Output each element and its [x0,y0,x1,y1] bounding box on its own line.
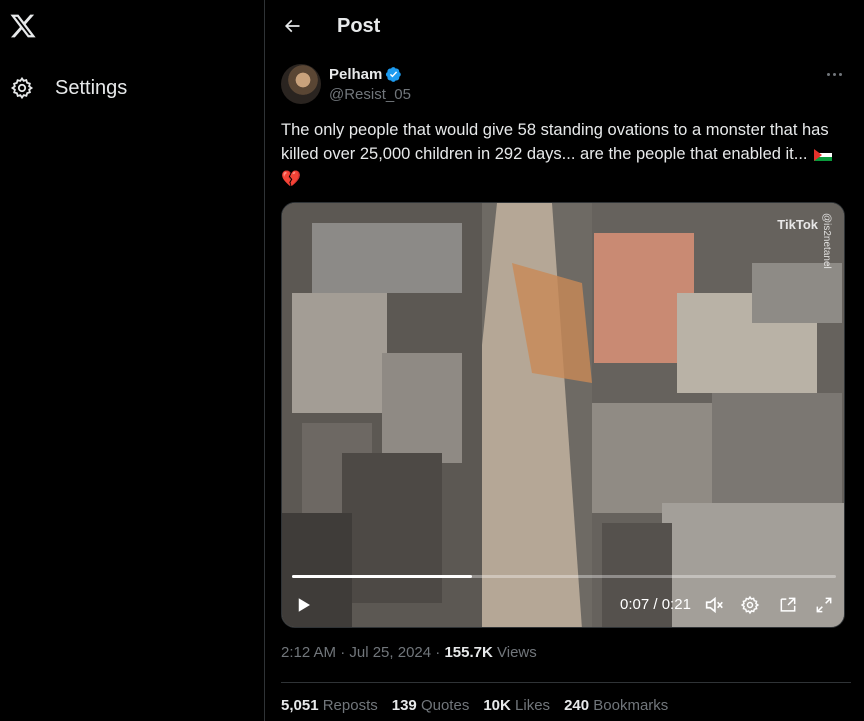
video-time: 0:07 / 0:21 [620,596,691,613]
post-timestamp[interactable]: 2:12 AM · Jul 25, 2024 [281,644,431,661]
divider [281,682,851,683]
x-logo-icon[interactable] [9,12,37,40]
more-icon[interactable] [821,64,847,84]
video-duration: 0:21 [661,596,691,613]
stat-likes[interactable]: 10K Likes [483,697,550,714]
stat-quotes[interactable]: 139 Quotes [392,697,470,714]
stat-bookmarks[interactable]: 240 Bookmarks [564,697,668,714]
verified-badge-icon [386,67,402,82]
author-handle[interactable]: @Resist_05 [329,86,411,103]
nav-item-settings[interactable]: Settings [9,70,127,106]
stat-label: Reposts [322,697,378,714]
views-label: Views [497,644,537,661]
tiktok-handle-watermark: @is2netanel [821,213,832,269]
post-author: Pelham @Resist_05 [281,64,851,106]
views-count: 155.7K [444,644,493,661]
avatar[interactable] [281,64,321,104]
stat-label: Bookmarks [593,697,669,714]
broken-heart-emoji: 💔 [281,171,301,188]
video-player[interactable]: TikTok @is2netanel 0:07 / 0:21 [281,202,845,628]
author-name-text: Pelham [329,66,383,83]
stat-reposts[interactable]: 5,051 Reposts [281,697,378,714]
stat-label: Likes [515,697,551,714]
palestine-flag-emoji [814,144,833,161]
tiktok-watermark: TikTok [777,217,818,232]
nav-item-label: Settings [55,76,128,99]
post-stats: 5,051 Reposts 139 Quotes 10K Likes 240 B… [281,697,682,714]
post-text: The only people that would give 58 stand… [281,118,851,192]
main-column: Post Pelham @Resist_05 The only people t… [264,0,864,721]
mute-icon[interactable] [702,593,726,617]
gear-icon [9,75,35,101]
post-header: Post [265,0,864,54]
back-arrow-icon[interactable] [279,13,305,39]
stat-count: 139 [391,697,417,714]
video-frame [282,203,844,627]
gear-icon[interactable] [738,593,762,617]
stat-label: Quotes [420,697,470,714]
post-text-body: The only people that would give 58 stand… [281,121,829,163]
stat-count: 10K [483,697,511,714]
fullscreen-icon[interactable] [812,593,836,617]
video-progress-fill [292,575,472,578]
stat-count: 5,051 [281,697,319,714]
stat-count: 240 [564,697,590,714]
video-time-separator: / [653,596,662,613]
video-current-time: 0:07 [620,596,650,613]
page-title: Post [337,15,381,37]
play-icon[interactable] [292,593,316,617]
post-meta: 2:12 AM · Jul 25, 2024 · 155.7K Views [281,644,537,661]
author-name[interactable]: Pelham [329,66,402,83]
left-navigation: Settings [0,0,264,721]
pip-icon[interactable] [776,593,800,617]
video-progress-bar[interactable] [292,575,836,578]
